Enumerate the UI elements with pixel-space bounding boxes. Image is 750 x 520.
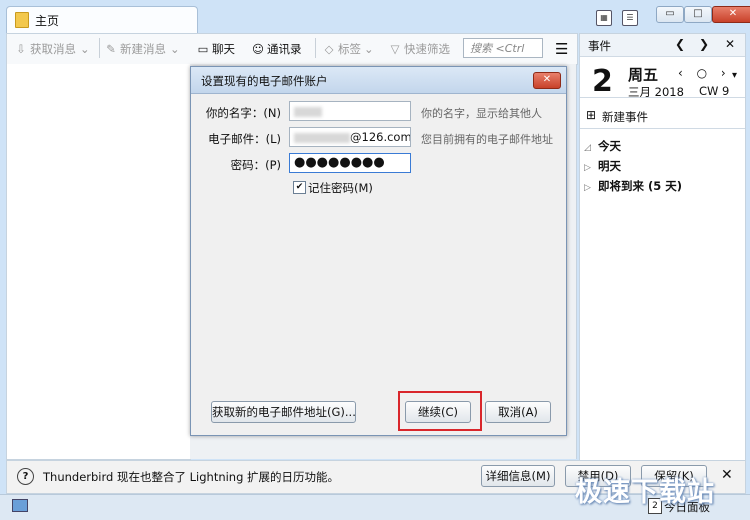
chevron-down-icon[interactable]: ⌄: [170, 42, 180, 56]
highlight-box: [398, 391, 482, 431]
question-icon: ?: [17, 468, 34, 485]
maximize-button[interactable]: □: [684, 6, 712, 23]
expand-icon: ▷: [584, 163, 591, 173]
close-window-button[interactable]: ✕: [712, 6, 750, 23]
mail-toolbar: ⇩ 获取消息 ⌄ ✎ 新建消息 ⌄ ▭ 聊天 ☺ 通讯录 ◇ 标签 ⌄ ▽ 快速筛选 搜索 <Ct…: [6, 33, 578, 65]
email-field[interactable]: @126.com: [289, 127, 411, 147]
weekday-label: 周五: [628, 66, 659, 84]
name-hint: 你的名字，显示给其他人: [421, 107, 542, 120]
watermark: 极速下载站: [575, 477, 715, 508]
event-group-today[interactable]: ◿ 今天: [584, 138, 621, 154]
name-label: 你的名字：(N): [205, 106, 281, 120]
chevron-down-icon[interactable]: ⌄: [80, 42, 90, 56]
password-label: 密码：(P): [230, 158, 281, 172]
today-pane: 事件 ❮ ❯ ✕ 2 周五 ‹ ○ › ▾ 三月 2018 CW 9 ⊞ 新建事…: [579, 33, 746, 463]
tab-home-label: 主页: [35, 14, 60, 28]
expand-icon: ▷: [584, 183, 591, 193]
get-messages-button[interactable]: ⇩ 获取消息 ⌄: [15, 41, 90, 57]
tab-home[interactable]: 主页: [6, 6, 198, 33]
previous-mode-icon[interactable]: ❮: [675, 37, 685, 51]
new-event-button[interactable]: ⊞ 新建事件: [580, 104, 745, 129]
address-book-button[interactable]: ☺ 通讯录: [252, 41, 302, 57]
email-hint: 您目前拥有的电子邮件地址: [421, 133, 553, 146]
pencil-icon: ✎: [106, 42, 116, 56]
chat-icon: ▭: [197, 42, 209, 56]
calendar-tab-icon[interactable]: ▦: [596, 10, 612, 26]
remember-password-checkbox[interactable]: ✔: [293, 181, 306, 194]
quick-filter-button[interactable]: ▽ 快速筛选: [389, 41, 450, 57]
dialog-title: 设置现有的电子邮件账户: [201, 74, 328, 88]
search-input[interactable]: 搜索 <Ctrl: [463, 38, 543, 58]
minimize-button[interactable]: ▭: [656, 6, 684, 23]
event-group-upcoming[interactable]: ▷ 即将到来 (5 天): [584, 178, 682, 194]
next-mode-icon[interactable]: ❯: [699, 37, 709, 51]
today-pane-header: 事件 ❮ ❯ ✕: [580, 34, 745, 57]
new-message-button[interactable]: ✎ 新建消息 ⌄: [105, 41, 180, 57]
dialog-close-button[interactable]: ✕: [533, 72, 561, 89]
remember-password-label[interactable]: 记住密码(M): [308, 180, 373, 196]
email-label: 电子邮件：(L): [208, 132, 281, 146]
filter-icon: ▽: [390, 42, 400, 56]
week-number-label: CW 9: [699, 84, 730, 98]
close-notification-icon[interactable]: ✕: [721, 467, 733, 483]
redacted-name: [294, 106, 322, 117]
folder-icon: [15, 12, 29, 28]
app-window: 主页 ▦ ☰ ▭ □ ✕ ⇩ 获取消息 ⌄ ✎ 新建消息 ⌄ ▭ 聊天 ☺ 通讯录 ◇ 标签 ⌄…: [0, 0, 750, 520]
name-field[interactable]: [289, 101, 411, 121]
password-field[interactable]: ●●●●●●●●: [289, 153, 411, 173]
new-event-label: 新建事件: [602, 110, 648, 124]
dialog-titlebar: 设置现有的电子邮件账户 ✕: [191, 67, 566, 94]
chat-button[interactable]: ▭ 聊天: [197, 41, 235, 57]
tasks-tab-icon[interactable]: ☰: [622, 10, 638, 26]
contacts-icon: ☺: [252, 42, 264, 56]
toolbar-divider: [99, 38, 100, 58]
get-new-email-button[interactable]: 获取新的电子邮件地址(G)...: [211, 401, 356, 423]
day-number: 2: [592, 64, 613, 99]
offline-status-icon[interactable]: [12, 499, 28, 512]
pane-divider: [580, 97, 745, 98]
folder-pane: [6, 64, 191, 460]
notification-message: Thunderbird 现在也整合了 Lightning 扩展的日历功能。: [43, 470, 340, 484]
collapse-icon: ◿: [584, 143, 591, 153]
close-pane-icon[interactable]: ✕: [725, 37, 735, 51]
mini-day-nav[interactable]: ‹ ○ ›: [678, 66, 731, 80]
download-icon: ⇩: [16, 42, 26, 56]
chevron-down-icon: ⌄: [364, 42, 374, 56]
tags-button[interactable]: ◇ 标签 ⌄: [323, 41, 374, 57]
events-header-label: 事件: [588, 39, 611, 53]
account-setup-dialog: 设置现有的电子邮件账户 ✕ 你的名字：(N) 你的名字，显示给其他人 电子邮件：…: [190, 66, 567, 436]
more-dropdown-icon[interactable]: ▾: [732, 70, 737, 81]
tag-icon: ◇: [324, 42, 334, 56]
hamburger-menu-icon[interactable]: ☰: [555, 40, 568, 58]
toolbar-divider: [315, 38, 316, 58]
cancel-button[interactable]: 取消(A): [485, 401, 551, 423]
details-button[interactable]: 详细信息(M): [481, 465, 555, 487]
redacted-email-user: [294, 132, 350, 143]
event-group-tomorrow[interactable]: ▷ 明天: [584, 158, 621, 174]
calendar-add-icon: ⊞: [586, 108, 597, 122]
